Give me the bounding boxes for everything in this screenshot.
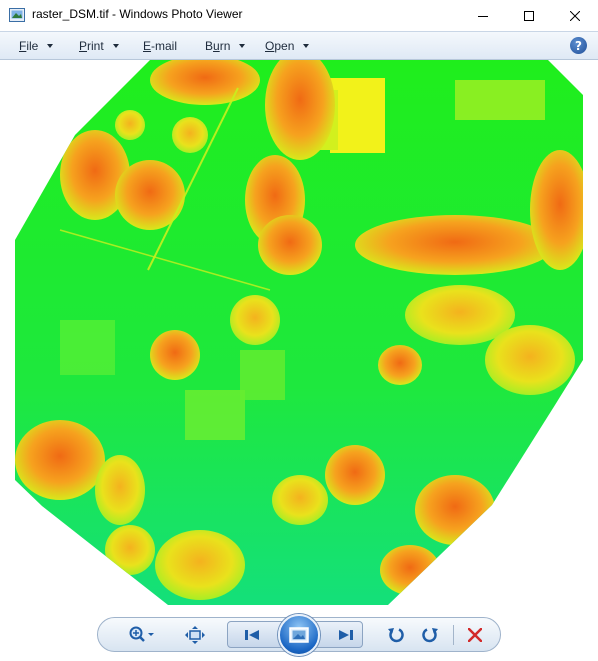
menu-burn-prefix: B [205, 39, 214, 53]
menu-email-label: -mail [151, 39, 178, 53]
actual-size-icon [185, 626, 205, 644]
image-viewer [0, 60, 598, 605]
menu-bar: File Print E -mail Bu rn Open ? [0, 31, 598, 60]
zoom-icon [129, 626, 154, 642]
rotate-clockwise-icon [422, 628, 438, 643]
menu-print[interactable]: Print [79, 39, 119, 53]
menu-burn[interactable]: Bu rn [205, 39, 246, 53]
previous-icon [245, 630, 259, 640]
slideshow-button[interactable] [278, 614, 320, 656]
menu-file[interactable]: File [19, 39, 54, 53]
menu-burn-mnemonic: u [213, 39, 220, 53]
delete-button[interactable] [463, 624, 487, 646]
chevron-down-icon [112, 44, 119, 48]
help-icon[interactable]: ? [570, 37, 587, 54]
window-title: raster_DSM.tif - Windows Photo Viewer [32, 7, 243, 21]
title-bar: raster_DSM.tif - Windows Photo Viewer [0, 0, 598, 31]
control-separator [453, 625, 454, 645]
previous-button[interactable] [238, 624, 266, 646]
chevron-down-icon [303, 44, 310, 48]
menu-print-mnemonic: P [79, 39, 88, 53]
menu-file-label: ile [26, 39, 39, 53]
slideshow-icon [289, 627, 309, 643]
menu-open-label: pen [274, 39, 295, 53]
close-icon [570, 10, 580, 21]
minimize-button[interactable] [460, 0, 506, 31]
next-icon [339, 630, 353, 640]
rotate-counterclockwise-icon [388, 628, 404, 643]
control-bar [0, 605, 598, 661]
menu-open-mnemonic: O [265, 39, 275, 53]
actual-size-button[interactable] [183, 624, 207, 646]
menu-email-mnemonic: E [143, 39, 152, 53]
maximize-button[interactable] [506, 0, 552, 31]
chevron-down-icon [47, 44, 54, 48]
maximize-icon [524, 10, 534, 21]
menu-open[interactable]: Open [265, 39, 310, 53]
minimize-icon [478, 15, 488, 17]
menu-burn-label: rn [219, 39, 231, 53]
menu-file-mnemonic: F [19, 39, 27, 53]
rotate-counterclockwise-button[interactable] [384, 624, 408, 646]
raster-footprint [15, 60, 583, 605]
chevron-down-icon [239, 44, 246, 48]
next-button[interactable] [332, 624, 360, 646]
rotate-clockwise-button[interactable] [418, 624, 442, 646]
zoom-button[interactable] [125, 624, 157, 646]
close-button[interactable] [552, 0, 598, 31]
delete-icon [468, 628, 482, 642]
photo-viewer-app-icon [9, 8, 25, 22]
raster-dsm-image [15, 60, 583, 605]
menu-print-label: rint [87, 39, 104, 53]
menu-email[interactable]: E -mail [143, 39, 177, 53]
